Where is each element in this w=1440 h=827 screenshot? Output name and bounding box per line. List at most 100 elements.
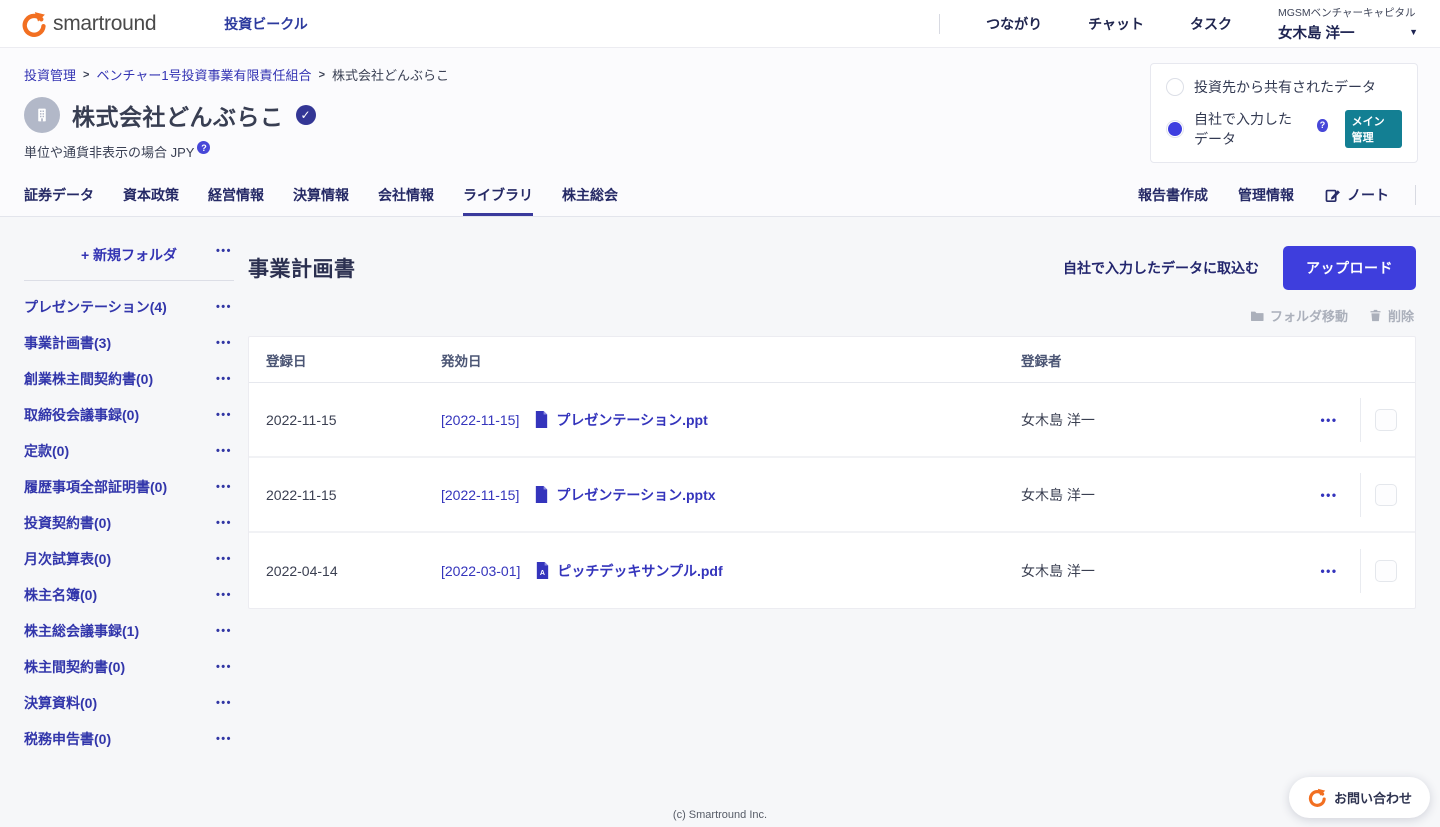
tab-shareholders-meeting[interactable]: 株主総会	[562, 174, 618, 216]
sidebar-folder-active[interactable]: 事業計画書(3) •••	[24, 325, 234, 361]
kebab-menu-icon[interactable]: •••	[1314, 488, 1344, 502]
pptx-file-icon	[534, 486, 549, 503]
file-link[interactable]: プレゼンテーション.pptx	[534, 485, 715, 505]
folder-label: 定款(0)	[24, 443, 69, 459]
folder-label: 株主名簿(0)	[24, 587, 97, 603]
folder-icon	[1249, 308, 1265, 324]
user-menu[interactable]: MGSMベンチャーキャピタル 女木島 洋一 ▼	[1278, 5, 1418, 43]
note-button[interactable]: ノート	[1324, 174, 1389, 216]
breadcrumb-fund[interactable]: ベンチャー1号投資事業有限責任組合	[96, 65, 311, 84]
effective-date-link[interactable]: [2022-03-01]	[441, 563, 520, 579]
company-header: 投資管理 > ベンチャー1号投資事業有限責任組合 > 株式会社どんぶらこ 株式会…	[0, 48, 1440, 174]
sidebar-folder[interactable]: 株主名簿(0) •••	[24, 577, 234, 613]
kebab-menu-icon[interactable]: •••	[1314, 564, 1344, 578]
sidebar-folder[interactable]: 履歴事項全部証明書(0)•••	[24, 469, 234, 505]
tab-management-info[interactable]: 経営情報	[208, 174, 264, 216]
report-create-button[interactable]: 報告書作成	[1138, 174, 1208, 216]
management-info-button[interactable]: 管理情報	[1238, 174, 1294, 216]
file-link[interactable]: A ピッチデッキサンプル.pdf	[535, 561, 722, 581]
table-row: 2022-04-14 [2022-03-01] A ピッチデッキサンプル.pdf…	[249, 533, 1415, 608]
kebab-menu-icon[interactable]: •••	[216, 373, 232, 385]
kebab-menu-icon[interactable]: •••	[216, 301, 232, 313]
row-checkbox[interactable]	[1375, 560, 1397, 582]
kebab-menu-icon[interactable]: •••	[216, 517, 232, 529]
smartround-logo[interactable]: smartround	[20, 11, 156, 37]
nav-tasks[interactable]: タスク	[1190, 14, 1232, 34]
row-divider	[1360, 398, 1361, 442]
nav-divider	[939, 14, 940, 34]
radio-shared-data-label: 投資先から共有されたデータ	[1194, 77, 1376, 97]
copyright-text: (c) Smartround Inc.	[0, 809, 1440, 821]
kebab-menu-icon[interactable]: •••	[216, 697, 232, 709]
row-checkbox[interactable]	[1375, 409, 1397, 431]
help-icon[interactable]: ?	[1317, 119, 1327, 132]
contact-label: お問い合わせ	[1334, 788, 1412, 807]
sidebar-folder[interactable]: 決算資料(0)•••	[24, 685, 234, 721]
smartround-swoosh-icon	[20, 11, 46, 37]
kebab-menu-icon[interactable]: •••	[216, 589, 232, 601]
kebab-menu-icon[interactable]: •••	[216, 245, 232, 257]
smartround-swoosh-icon	[1307, 788, 1326, 807]
kebab-menu-icon[interactable]: •••	[216, 481, 232, 493]
note-label: ノート	[1347, 185, 1389, 205]
folder-label: 取締役会議事録(0)	[24, 407, 139, 423]
kebab-menu-icon[interactable]: •••	[216, 661, 232, 673]
plus-icon: +	[81, 247, 89, 263]
col-header-registered: 登録日	[266, 350, 441, 370]
folder-label: 事業計画書(3)	[24, 335, 111, 351]
kebab-menu-icon[interactable]: •••	[216, 445, 232, 457]
help-icon[interactable]: ?	[197, 141, 210, 154]
kebab-menu-icon[interactable]: •••	[216, 733, 232, 745]
upload-button[interactable]: アップロード	[1283, 246, 1416, 290]
sidebar-folder[interactable]: 定款(0) •••	[24, 433, 234, 469]
tabbar-end-divider	[1415, 185, 1416, 205]
sidebar-folder[interactable]: 株主間契約書(0)•••	[24, 649, 234, 685]
company-tab-bar: 証券データ 資本政策 経営情報 決算情報 会社情報 ライブラリ 株主総会 報告書…	[0, 174, 1440, 217]
breadcrumb-investment-management[interactable]: 投資管理	[24, 65, 76, 84]
new-folder-button[interactable]: + 新規フォルダ	[81, 247, 177, 263]
tab-securities-data[interactable]: 証券データ	[24, 174, 94, 216]
sidebar-folder[interactable]: プレゼンテーション(4)•••	[24, 289, 234, 325]
sidebar-folder[interactable]: 月次試算表(0) •••	[24, 541, 234, 577]
documents-table: 登録日 発効日 登録者 2022-11-15 [2022-11-15] プレゼン…	[248, 336, 1416, 609]
contact-button[interactable]: お問い合わせ	[1289, 777, 1430, 818]
folder-label: 月次試算表(0)	[24, 551, 111, 567]
sidebar-folder[interactable]: 創業株主間契約書(0) •••	[24, 361, 234, 397]
nav-chat[interactable]: チャット	[1088, 14, 1144, 34]
row-checkbox[interactable]	[1375, 484, 1397, 506]
delete-button[interactable]: 削除	[1368, 306, 1414, 325]
import-to-own-data-link[interactable]: 自社で入力したデータに取込む	[1063, 258, 1259, 278]
file-link[interactable]: プレゼンテーション.ppt	[534, 410, 707, 430]
logo-text: smartround	[53, 12, 156, 36]
kebab-menu-icon[interactable]: •••	[1314, 413, 1344, 427]
effective-date-link[interactable]: [2022-11-15]	[441, 412, 519, 428]
tab-capital-policy[interactable]: 資本政策	[123, 174, 179, 216]
tab-company-info[interactable]: 会社情報	[378, 174, 434, 216]
sidebar-folder[interactable]: 取締役会議事録(0) •••	[24, 397, 234, 433]
registrant-name: 女木島 洋一	[1021, 410, 1314, 430]
nav-connections[interactable]: つながり	[986, 14, 1042, 34]
folder-title: 事業計画書	[248, 253, 356, 283]
top-nav: smartround 投資ビークル つながり チャット タスク MGSMベンチャ…	[0, 0, 1440, 48]
effective-date-link[interactable]: [2022-11-15]	[441, 487, 519, 503]
trash-icon	[1368, 308, 1383, 323]
sidebar-folder[interactable]: 株主総会議事録(1)•••	[24, 613, 234, 649]
tab-library[interactable]: ライブラリ	[463, 174, 533, 216]
pdf-file-icon: A	[535, 562, 550, 579]
sidebar-folder[interactable]: 投資契約書(0)•••	[24, 505, 234, 541]
chevron-down-icon: ▼	[1409, 27, 1418, 37]
radio-shared-data[interactable]	[1166, 78, 1184, 96]
radio-own-data[interactable]	[1166, 120, 1184, 138]
registered-date: 2022-11-15	[266, 412, 441, 428]
move-folder-button[interactable]: フォルダ移動	[1249, 306, 1348, 325]
nav-investment-vehicle[interactable]: 投資ビークル	[224, 14, 308, 34]
kebab-menu-icon[interactable]: •••	[216, 553, 232, 565]
folder-label: 創業株主間契約書(0)	[24, 371, 153, 387]
kebab-menu-icon[interactable]: •••	[216, 337, 232, 349]
tab-financial-results[interactable]: 決算情報	[293, 174, 349, 216]
kebab-menu-icon[interactable]: •••	[216, 409, 232, 421]
library-main: 事業計画書 自社で入力したデータに取込む アップロード フォルダ移動 削除 登録…	[248, 239, 1416, 757]
kebab-menu-icon[interactable]: •••	[216, 625, 232, 637]
sidebar-folder[interactable]: 税務申告書(0)•••	[24, 721, 234, 757]
page-title-company-name: 株式会社どんぶらこ	[72, 98, 284, 132]
